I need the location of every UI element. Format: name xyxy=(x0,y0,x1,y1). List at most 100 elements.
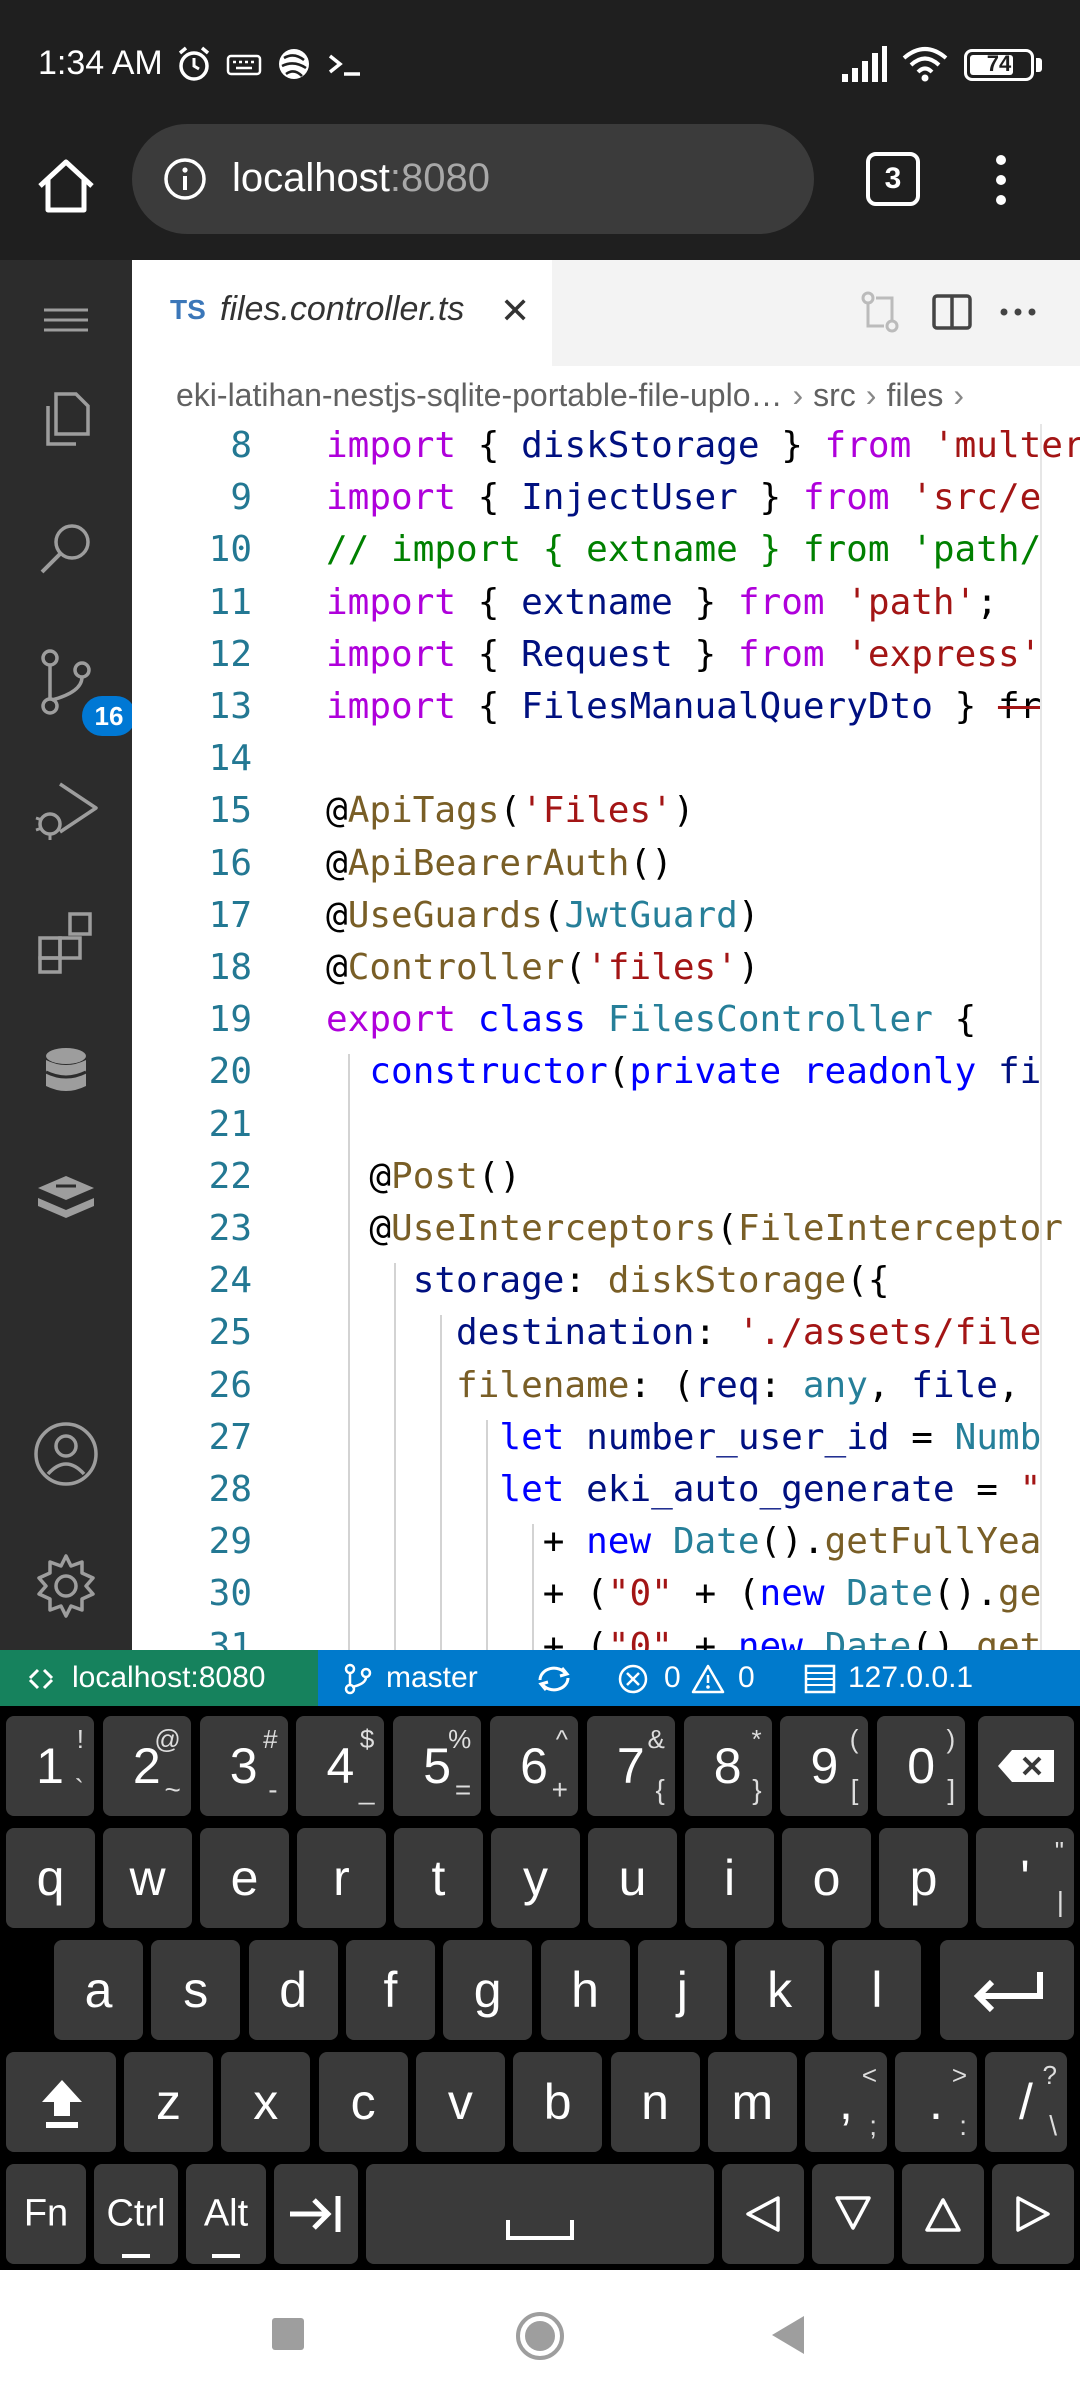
key-f[interactable]: f xyxy=(345,1940,435,2040)
forwarded-port[interactable]: 127.0.0.1 xyxy=(848,1650,973,1706)
breadcrumb-src[interactable]: src xyxy=(813,377,856,413)
account-icon[interactable] xyxy=(26,1414,106,1494)
more-actions-icon[interactable] xyxy=(988,282,1048,342)
key-period[interactable]: . >: xyxy=(895,2052,977,2152)
line-number: 23 xyxy=(208,1208,252,1249)
error-count[interactable]: 0 xyxy=(664,1650,681,1706)
keyboard-status-icon xyxy=(226,54,262,76)
run-debug-icon[interactable] xyxy=(26,770,106,850)
home-circle-icon[interactable] xyxy=(514,2310,566,2362)
enter-key[interactable] xyxy=(940,1940,1074,2040)
key-q[interactable]: q xyxy=(6,1828,95,1928)
search-icon[interactable] xyxy=(26,510,106,590)
source-control-icon[interactable]: 16 xyxy=(26,642,136,736)
key-v[interactable]: v xyxy=(415,2052,505,2152)
remote-indicator[interactable]: localhost:8080 xyxy=(0,1650,318,1706)
key-u[interactable]: u xyxy=(588,1828,677,1928)
git-branch[interactable]: master xyxy=(386,1650,478,1706)
fn-key[interactable]: Fn xyxy=(6,2164,86,2264)
home-icon[interactable] xyxy=(30,150,102,222)
code-text: constructor(private readonly fi xyxy=(369,1051,1042,1093)
tab-close-icon[interactable]: ✕ xyxy=(500,290,530,332)
key-o[interactable]: o xyxy=(782,1828,871,1928)
key-m[interactable]: m xyxy=(707,2052,797,2152)
key-t[interactable]: t xyxy=(394,1828,483,1928)
arrow-left-key[interactable] xyxy=(722,2164,804,2264)
overflow-menu-icon[interactable] xyxy=(986,150,1016,210)
key-p[interactable]: p xyxy=(879,1828,968,1928)
tab-key[interactable] xyxy=(274,2164,358,2264)
back-icon[interactable] xyxy=(770,2314,806,2356)
menu-icon[interactable] xyxy=(26,280,106,360)
database-icon[interactable] xyxy=(26,1030,106,1110)
settings-gear-icon[interactable] xyxy=(26,1546,106,1626)
key-e[interactable]: e xyxy=(200,1828,289,1928)
arrow-right-key[interactable] xyxy=(992,2164,1074,2264)
battery-percent: 74 xyxy=(986,51,1012,76)
backspace-key[interactable] xyxy=(978,1716,1074,1816)
shift-key[interactable] xyxy=(6,2052,116,2152)
breadcrumb-project[interactable]: eki-latihan-nestjs-sqlite-portable-file-… xyxy=(176,377,782,413)
key-5[interactable]: 5% = xyxy=(393,1716,482,1816)
ctrl-key[interactable]: Ctrl xyxy=(94,2164,178,2264)
key-b[interactable]: b xyxy=(513,2052,603,2152)
line-number: 11 xyxy=(208,581,252,623)
compare-changes-icon[interactable] xyxy=(850,282,910,342)
sync-icon[interactable] xyxy=(534,1662,574,1696)
space-key[interactable] xyxy=(366,2164,714,2264)
editor-tab-strip: TS files.controller.ts ✕ xyxy=(132,260,1080,366)
key-0[interactable]: 0)] xyxy=(877,1716,966,1816)
key-k[interactable]: k xyxy=(735,1940,825,2040)
breadcrumb: eki-latihan-nestjs-sqlite-portable-file-… xyxy=(132,366,1080,424)
key-x[interactable]: x xyxy=(221,2052,311,2152)
key-slash[interactable]: /? \ xyxy=(985,2052,1067,2152)
alt-key[interactable]: Alt xyxy=(186,2164,266,2264)
key-s[interactable]: s xyxy=(151,1940,241,2040)
key-2[interactable]: 2 @ ~ xyxy=(102,1716,191,1816)
address-bar[interactable]: localhost:8080 xyxy=(132,124,814,234)
key-1[interactable]: 1! ` xyxy=(6,1716,94,1816)
line-number: 9 xyxy=(230,477,252,519)
explorer-icon[interactable] xyxy=(26,378,106,458)
arrow-up-key[interactable] xyxy=(902,2164,984,2264)
info-icon[interactable] xyxy=(162,156,208,202)
key-3[interactable]: 3 # - xyxy=(199,1716,288,1816)
key-r[interactable]: r xyxy=(297,1828,386,1928)
key-6[interactable]: 6 ^ + xyxy=(490,1716,578,1816)
warning-count[interactable]: 0 xyxy=(738,1650,755,1706)
key-7-alt-label: & xyxy=(647,1724,665,1754)
key-comma[interactable]: , <; xyxy=(805,2052,887,2152)
recents-icon[interactable] xyxy=(270,2316,306,2352)
layers-icon[interactable] xyxy=(26,1158,106,1238)
key-z[interactable]: z xyxy=(124,2052,213,2152)
key-9[interactable]: 9([ xyxy=(780,1716,869,1816)
status-time: 1:34 AM xyxy=(38,44,163,82)
key-y[interactable]: y xyxy=(491,1828,580,1928)
key-7[interactable]: 7 &{ xyxy=(586,1716,675,1816)
key-c[interactable]: c xyxy=(318,2052,408,2152)
editor-tab-active[interactable]: TS files.controller.ts ✕ xyxy=(132,260,552,366)
key-n-label: n xyxy=(641,2074,669,2130)
line-number: 12 xyxy=(208,633,252,675)
key-l[interactable]: l xyxy=(832,1940,922,2040)
key-4[interactable]: 4 $ _ xyxy=(296,1716,385,1816)
extensions-icon[interactable] xyxy=(26,902,106,982)
key-i[interactable]: i xyxy=(685,1828,774,1928)
key-d[interactable]: d xyxy=(248,1940,338,2040)
key-g[interactable]: g xyxy=(443,1940,533,2040)
key-quote[interactable]: ' " | xyxy=(976,1828,1074,1928)
breadcrumb-files[interactable]: files xyxy=(886,377,943,413)
key-w[interactable]: w xyxy=(103,1828,192,1928)
code-editor[interactable]: 8 import { diskStorage } from 'multer'; 9 i… xyxy=(132,424,1080,1650)
tab-switcher-button[interactable]: 3 xyxy=(866,152,920,206)
shift-icon xyxy=(42,2080,82,2128)
split-editor-icon[interactable] xyxy=(922,282,982,342)
key-h[interactable]: h xyxy=(540,1940,630,2040)
arrow-down-key[interactable] xyxy=(812,2164,894,2264)
breadcrumb-chevron-icon: › xyxy=(865,377,877,413)
key-8[interactable]: 8 *} xyxy=(683,1716,772,1816)
key-a[interactable]: a xyxy=(54,1940,143,2040)
key-n[interactable]: n xyxy=(610,2052,700,2152)
key-j[interactable]: j xyxy=(637,1940,727,2040)
alt-key-label: Alt xyxy=(203,2192,249,2235)
